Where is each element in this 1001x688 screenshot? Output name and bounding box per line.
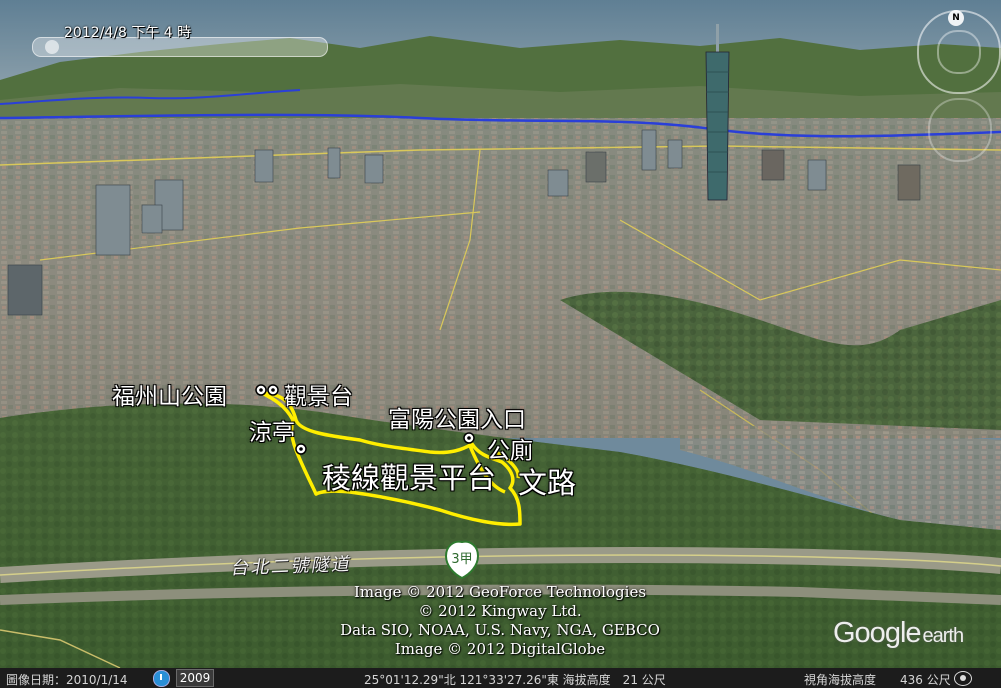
imagery-year[interactable]: 2009 — [176, 669, 214, 687]
label-tunnel-road: 台北二號隧道 — [229, 553, 355, 580]
cursor-coordinates: 25°01'12.29"北 121°33'27.26"東 海拔高度 21 公尺 — [364, 673, 666, 687]
placemark-fuzhou-park[interactable] — [255, 384, 267, 396]
north-icon[interactable]: N — [948, 10, 964, 26]
placemark-fuyang-entrance[interactable] — [463, 432, 475, 444]
move-joystick[interactable] — [928, 98, 992, 162]
imagery-date: 圖像日期：2010/1/14 — [6, 673, 128, 687]
placemark-pavilion[interactable] — [295, 443, 307, 455]
label-fuyang-entrance[interactable]: 富陽公園入口 — [388, 400, 526, 434]
eye-icon — [954, 671, 972, 686]
copyright-block: Image © 2012 GeoForce Technologies © 201… — [300, 583, 700, 659]
historical-imagery-icon[interactable] — [153, 670, 170, 687]
copyright-line: Data SIO, NOAA, U.S. Navy, NGA, GEBCO — [340, 621, 660, 639]
copyright-line: © 2012 Kingway Ltd. — [418, 602, 582, 620]
placemark-viewing-deck[interactable] — [267, 384, 279, 396]
eye-altitude: 視角海拔高度 436 公尺 — [804, 673, 951, 687]
svg-text:3甲: 3甲 — [451, 552, 472, 567]
time-label: 2012/4/8 下午 4 時 — [64, 25, 192, 41]
google-earth-logo: Google earth — [833, 617, 965, 650]
label-wen-road[interactable]: 文路 — [518, 460, 576, 502]
label-ridge-viewpoint[interactable]: 稜線觀景平台 — [322, 455, 496, 497]
copyright-line: Image © 2012 DigitalGlobe — [394, 640, 606, 658]
look-joystick[interactable] — [937, 30, 981, 74]
logo-sub: earth — [922, 625, 965, 647]
logo-main: Google — [833, 617, 922, 649]
label-fuzhou-park[interactable]: 福州山公園 — [112, 377, 227, 411]
status-bar: 圖像日期：2010/1/14 2009 25°01'12.29"北 121°33… — [0, 668, 1001, 688]
label-pavilion[interactable]: 涼亭 — [249, 413, 295, 447]
map-view[interactable]: 3甲 福州山公園 觀景台 涼亭 稜線觀景平台 富陽公園入口 公廁 文路 台北二號… — [0, 0, 1001, 688]
label-viewing-deck[interactable]: 觀景台 — [284, 377, 353, 411]
time-slider-thumb[interactable] — [45, 40, 59, 54]
copyright-line: Image © 2012 GeoForce Technologies — [353, 583, 647, 601]
